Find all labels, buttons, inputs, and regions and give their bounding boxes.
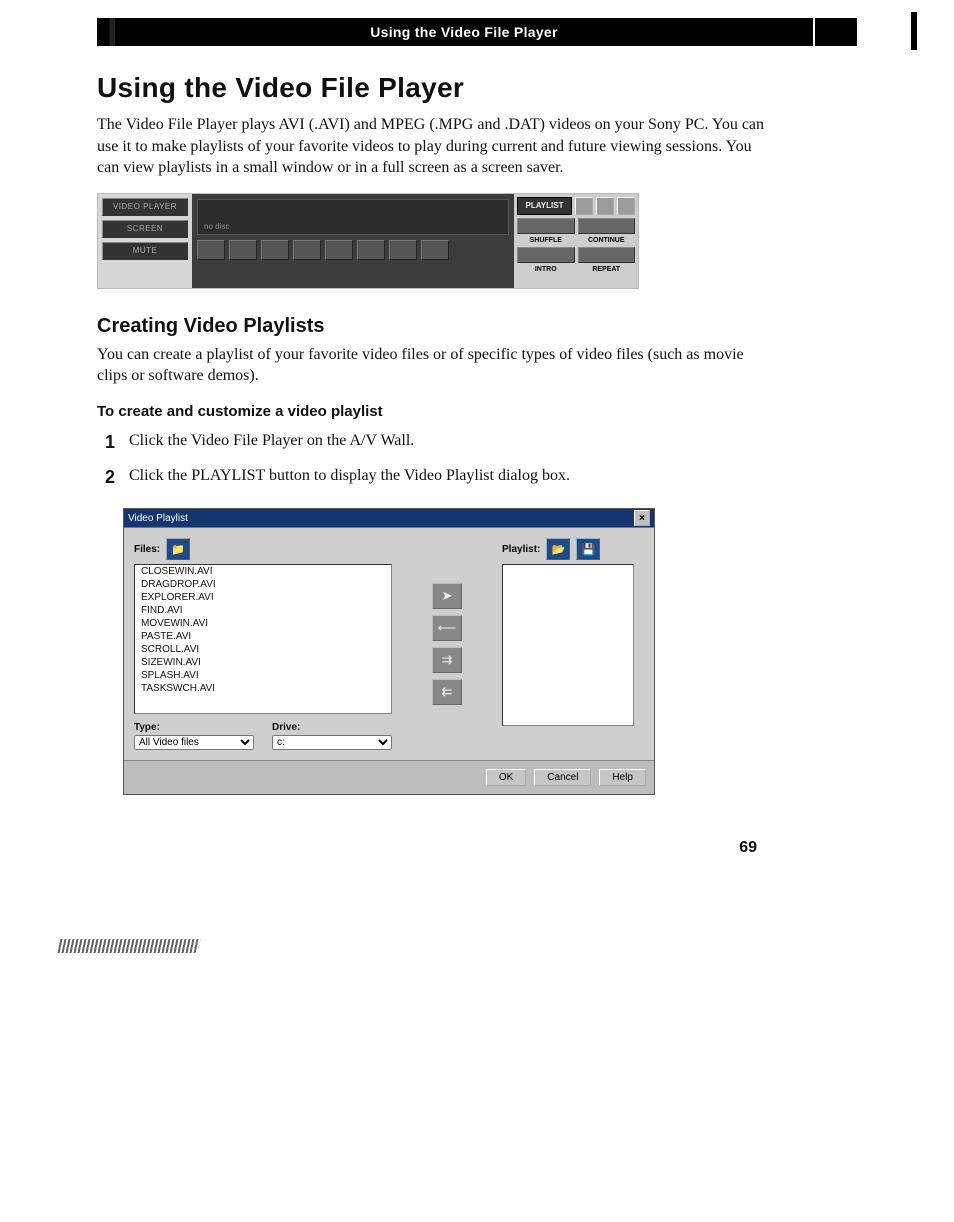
file-list-item[interactable]: PASTE.AVI xyxy=(135,630,391,643)
transport-button[interactable] xyxy=(357,240,385,260)
transport-button[interactable] xyxy=(229,240,257,260)
step-text: Click the PLAYLIST button to display the… xyxy=(129,465,570,490)
ok-button[interactable]: OK xyxy=(486,769,526,786)
file-list-item[interactable]: EXPLORER.AVI xyxy=(135,591,391,604)
header-tab xyxy=(813,18,857,46)
remove-all-button[interactable]: ⇇ xyxy=(432,679,462,705)
playlist-label: Playlist: xyxy=(502,544,540,555)
window-button[interactable] xyxy=(575,197,593,215)
file-list-item[interactable]: SPLASH.AVI xyxy=(135,669,391,682)
files-label: Files: xyxy=(134,544,160,555)
drive-label: Drive: xyxy=(272,722,392,735)
player-display-area: no disc xyxy=(197,199,509,235)
file-list-item[interactable]: MOVEWIN.AVI xyxy=(135,617,391,630)
header-title: Using the Video File Player xyxy=(115,18,813,46)
player-right-panel: PLAYLIST SHUFFLE CONTINUE INTRO REPEAT xyxy=(514,194,638,288)
player-left-panel: VIDEO PLAYER SCREEN MUTE xyxy=(98,194,192,288)
type-label: Type: xyxy=(134,722,254,735)
dialog-button-row: OK Cancel Help xyxy=(124,760,654,794)
transport-button[interactable] xyxy=(325,240,353,260)
procedure-heading: To create and customize a video playlist xyxy=(97,403,857,420)
transport-button[interactable] xyxy=(197,240,225,260)
intro-paragraph: The Video File Player plays AVI (.AVI) a… xyxy=(97,114,777,179)
section-paragraph: You can create a playlist of your favori… xyxy=(97,344,777,387)
playlist-group: Playlist: 📂 💾 xyxy=(502,538,644,750)
mode-label-intro: INTRO xyxy=(517,266,575,273)
file-list-item[interactable]: FIND.AVI xyxy=(135,604,391,617)
file-list-item[interactable]: DRAGDROP.AVI xyxy=(135,578,391,591)
files-group: Files: 📁 CLOSEWIN.AVIDRAGDROP.AVIEXPLORE… xyxy=(134,538,392,750)
mode-label-continue: CONTINUE xyxy=(578,237,636,244)
transport-button[interactable] xyxy=(389,240,417,260)
add-remove-arrows: ➤ ⟵ ⇉ ⇇ xyxy=(432,538,462,750)
mode-label-repeat: REPEAT xyxy=(578,266,636,273)
step-item: 2 Click the PLAYLIST button to display t… xyxy=(97,465,777,490)
page-title: Using the Video File Player xyxy=(97,72,857,104)
page-number: 69 xyxy=(97,839,757,857)
mode-button[interactable] xyxy=(578,218,636,234)
header-left-gutter xyxy=(97,18,115,46)
section-heading: Creating Video Playlists xyxy=(97,315,857,338)
dialog-titlebar: Video Playlist × xyxy=(124,509,654,527)
player-display: no disc xyxy=(192,194,514,288)
scan-artifact xyxy=(58,939,201,953)
figure-video-player: VIDEO PLAYER SCREEN MUTE no disc PLAYLIS… xyxy=(97,193,639,289)
file-list-item[interactable]: SCROLL.AVI xyxy=(135,643,391,656)
figure-playlist-dialog: Video Playlist × Files: 📁 CLOSEWIN.AVIDR… xyxy=(123,508,655,795)
close-icon[interactable]: × xyxy=(634,510,650,526)
transport-button[interactable] xyxy=(293,240,321,260)
step-number: 2 xyxy=(97,465,115,490)
open-folder-icon[interactable]: 📂 xyxy=(546,538,570,560)
player-label-screen[interactable]: SCREEN xyxy=(102,220,188,238)
scan-edge-mark xyxy=(911,12,917,50)
add-all-button[interactable]: ⇉ xyxy=(432,647,462,673)
mode-button[interactable] xyxy=(517,247,575,263)
window-button[interactable] xyxy=(617,197,635,215)
transport-button[interactable] xyxy=(421,240,449,260)
playlist-listbox[interactable] xyxy=(502,564,634,726)
window-button[interactable] xyxy=(596,197,614,215)
remove-from-playlist-button[interactable]: ⟵ xyxy=(432,615,462,641)
file-listbox[interactable]: CLOSEWIN.AVIDRAGDROP.AVIEXPLORER.AVIFIND… xyxy=(134,564,392,714)
transport-button[interactable] xyxy=(261,240,289,260)
folder-up-icon[interactable]: 📁 xyxy=(166,538,190,560)
header-bar: Using the Video File Player xyxy=(97,18,857,46)
mode-button[interactable] xyxy=(517,218,575,234)
dialog-title: Video Playlist xyxy=(128,513,188,524)
mode-button[interactable] xyxy=(578,247,636,263)
player-transport-controls xyxy=(197,240,509,260)
help-button[interactable]: Help xyxy=(599,769,646,786)
step-item: 1 Click the Video File Player on the A/V… xyxy=(97,430,777,455)
mode-label-shuffle: SHUFFLE xyxy=(517,237,575,244)
drive-select[interactable]: c: xyxy=(272,735,392,750)
cancel-button[interactable]: Cancel xyxy=(534,769,591,786)
player-label-title: VIDEO PLAYER xyxy=(102,198,188,216)
player-label-mute[interactable]: MUTE xyxy=(102,242,188,260)
save-icon[interactable]: 💾 xyxy=(576,538,600,560)
playlist-button[interactable]: PLAYLIST xyxy=(517,197,572,215)
type-select[interactable]: All Video files xyxy=(134,735,254,750)
add-to-playlist-button[interactable]: ➤ xyxy=(432,583,462,609)
file-list-item[interactable]: CLOSEWIN.AVI xyxy=(135,565,391,578)
step-text: Click the Video File Player on the A/V W… xyxy=(129,430,414,455)
file-list-item[interactable]: TASKSWCH.AVI xyxy=(135,682,391,695)
step-number: 1 xyxy=(97,430,115,455)
file-list-item[interactable]: SIZEWIN.AVI xyxy=(135,656,391,669)
procedure-steps: 1 Click the Video File Player on the A/V… xyxy=(97,430,777,490)
